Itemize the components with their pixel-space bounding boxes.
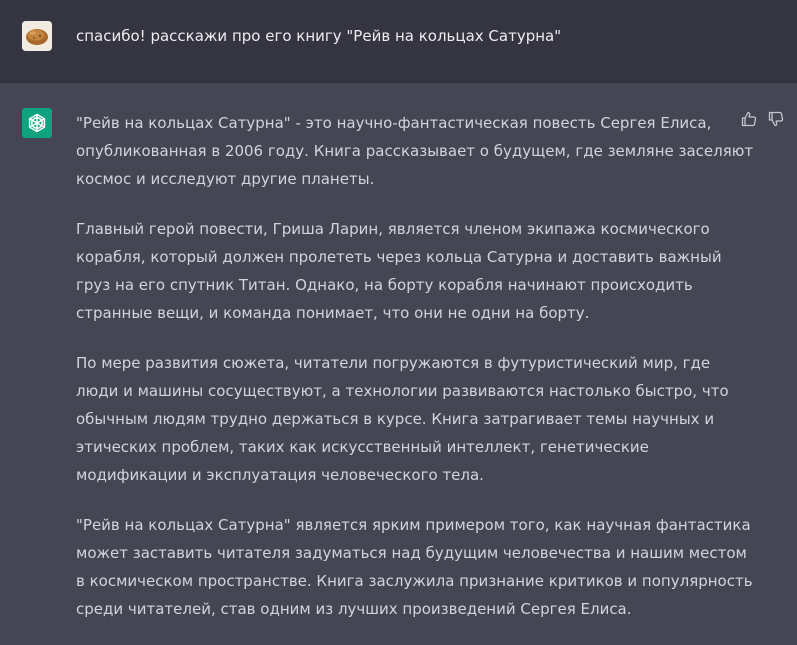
assistant-message-content: "Рейв на кольцах Сатурна" - это научно-ф… xyxy=(76,109,756,645)
assistant-avatar xyxy=(22,108,52,138)
assistant-paragraph-1: "Рейв на кольцах Сатурна" - это научно-ф… xyxy=(76,114,754,188)
user-avatar xyxy=(22,21,52,51)
assistant-message-row: "Рейв на кольцах Сатурна" - это научно-ф… xyxy=(0,83,797,642)
user-message-text: спасибо! расскажи про его книгу "Рейв на… xyxy=(76,27,562,45)
assistant-paragraph-2: Главный герой повести, Гриша Ларин, явля… xyxy=(76,220,722,322)
user-message-row: спасибо! расскажи про его книгу "Рейв на… xyxy=(0,0,797,83)
message-feedback-actions xyxy=(740,110,786,128)
assistant-paragraph-3: По мере развития сюжета, читатели погруж… xyxy=(76,354,729,484)
user-photo-avatar xyxy=(22,21,52,51)
thumbs-up-icon xyxy=(741,111,757,127)
thumbs-down-icon xyxy=(768,111,784,127)
thumbs-up-button[interactable] xyxy=(740,110,758,128)
thumbs-down-button[interactable] xyxy=(767,110,785,128)
chatgpt-logo-icon xyxy=(28,113,46,133)
assistant-paragraph-4: "Рейв на кольцах Сатурна" является ярким… xyxy=(76,516,753,618)
